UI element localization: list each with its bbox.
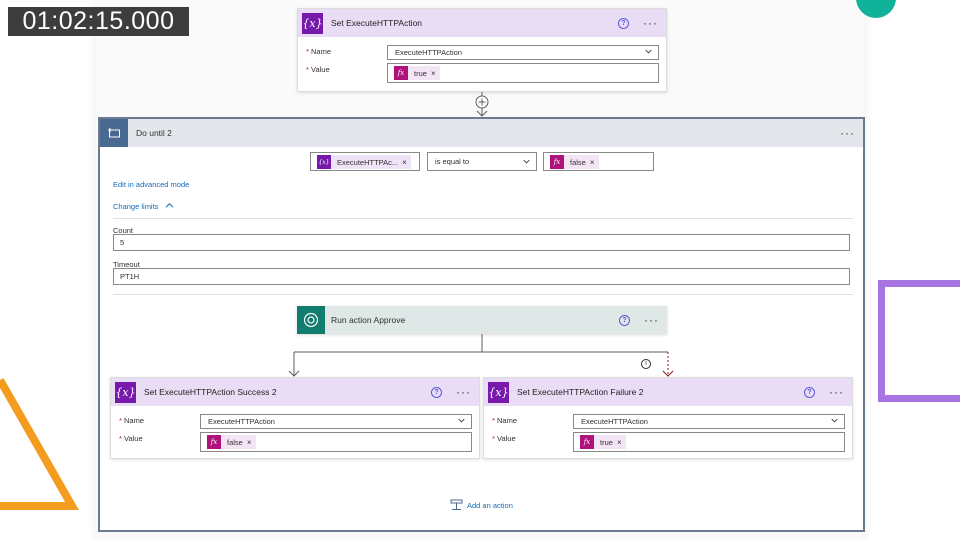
add-action-label: Add an action [467, 500, 513, 510]
expression-icon: fx [580, 435, 594, 449]
run-action-card[interactable]: Run action Approve ? ··· [297, 306, 667, 334]
help-icon[interactable]: ? [618, 17, 629, 29]
token-text: ExecuteHTTPAc... [337, 157, 399, 167]
expression-token[interactable]: fx false × [207, 435, 256, 449]
divider [113, 294, 853, 295]
chevron-up-icon [165, 203, 173, 208]
name-value: ExecuteHTTPAction [581, 417, 648, 426]
token-text: false [570, 157, 586, 167]
name-dropdown[interactable]: ExecuteHTTPAction [387, 45, 659, 60]
set-variable-card[interactable]: {x} Set ExecuteHTTPAction ? ··· * Name E… [297, 8, 667, 92]
name-dropdown[interactable]: ExecuteHTTPAction [573, 414, 845, 429]
name-label: * Name [119, 416, 145, 425]
add-action-button[interactable]: Add an action [450, 499, 513, 511]
approval-icon [297, 306, 325, 334]
more-options-icon[interactable]: ··· [829, 386, 844, 398]
expression-token[interactable]: fx true × [394, 66, 440, 80]
timeout-input[interactable]: PT1H [113, 268, 850, 285]
change-limits-link[interactable]: Change limits [113, 202, 174, 211]
condition-left-operand[interactable]: {x} ExecuteHTTPAc... × [310, 152, 420, 171]
card-header[interactable]: {x} Set ExecuteHTTPAction Failure 2 ? ··… [484, 378, 852, 406]
success-branch-card[interactable]: {x} Set ExecuteHTTPAction Success 2 ? ··… [110, 377, 480, 459]
add-action-icon [450, 499, 463, 510]
value-label: * Value [119, 434, 143, 443]
name-label: * Name [306, 47, 332, 56]
variable-icon: {x} [488, 381, 509, 403]
variable-icon: {x} [317, 155, 331, 169]
remove-token-icon[interactable]: × [590, 158, 595, 167]
decorative-square [878, 280, 960, 402]
expression-icon: fx [550, 155, 564, 169]
variable-icon: {x} [115, 381, 136, 403]
remove-token-icon[interactable]: × [617, 438, 622, 447]
expression-token[interactable]: fx false × [550, 155, 599, 169]
value-input[interactable]: fx true × [387, 63, 659, 83]
expression-icon: fx [207, 435, 221, 449]
chevron-down-icon [645, 49, 652, 54]
failure-branch-card[interactable]: {x} Set ExecuteHTTPAction Failure 2 ? ··… [483, 377, 853, 459]
do-until-header[interactable]: Do until 2 ··· [100, 119, 863, 147]
chevron-down-icon [831, 418, 838, 423]
chevron-down-icon [523, 159, 530, 164]
value-input[interactable]: fx false × [200, 432, 472, 452]
card-title: Set ExecuteHTTPAction [331, 18, 423, 28]
value-label: * Value [306, 65, 330, 74]
help-icon[interactable]: ? [804, 386, 815, 398]
condition-right-operand[interactable]: fx false × [543, 152, 654, 171]
name-value: ExecuteHTTPAction [208, 417, 275, 426]
more-options-icon[interactable]: ··· [643, 17, 658, 29]
insert-step-icon[interactable] [475, 95, 489, 109]
token-text: true [600, 437, 613, 447]
remove-token-icon[interactable]: × [431, 69, 436, 78]
name-dropdown[interactable]: ExecuteHTTPAction [200, 414, 472, 429]
divider [113, 218, 853, 219]
loop-icon [100, 119, 128, 147]
more-options-icon[interactable]: ··· [456, 386, 471, 398]
expression-token[interactable]: fx true × [580, 435, 626, 449]
operator-value: is equal to [435, 157, 470, 166]
name-value: ExecuteHTTPAction [395, 48, 462, 57]
value-input[interactable]: fx true × [573, 432, 845, 452]
chevron-down-icon [458, 418, 465, 423]
help-icon[interactable]: ? [619, 314, 630, 326]
expression-icon: fx [394, 66, 408, 80]
card-header[interactable]: {x} Set ExecuteHTTPAction Success 2 ? ··… [111, 378, 479, 406]
video-timecode: 01:02:15.000 [8, 7, 189, 36]
condition-operator-dropdown[interactable]: is equal to [427, 152, 537, 171]
card-title: Set ExecuteHTTPAction Failure 2 [517, 387, 644, 397]
variable-token[interactable]: {x} ExecuteHTTPAc... × [317, 155, 411, 169]
do-until-title: Do until 2 [136, 128, 172, 138]
count-input[interactable]: 5 [113, 234, 850, 251]
decorative-triangle [0, 378, 79, 510]
token-text: true [414, 68, 427, 78]
more-options-icon[interactable]: ··· [840, 127, 855, 139]
edit-advanced-mode-link[interactable]: Edit in advanced mode [113, 180, 189, 189]
remove-token-icon[interactable]: × [402, 158, 407, 167]
help-icon[interactable]: ? [431, 386, 442, 398]
card-title: Set ExecuteHTTPAction Success 2 [144, 387, 277, 397]
value-label: * Value [492, 434, 516, 443]
remove-token-icon[interactable]: × [247, 438, 252, 447]
card-header[interactable]: {x} Set ExecuteHTTPAction ? ··· [298, 9, 666, 37]
run-after-info-icon[interactable]: i [641, 359, 651, 369]
token-text: false [227, 437, 243, 447]
branch-connectors [288, 334, 674, 377]
variable-icon: {x} [302, 12, 323, 34]
name-label: * Name [492, 416, 518, 425]
more-options-icon[interactable]: ··· [644, 314, 659, 326]
run-action-title: Run action Approve [331, 315, 406, 325]
